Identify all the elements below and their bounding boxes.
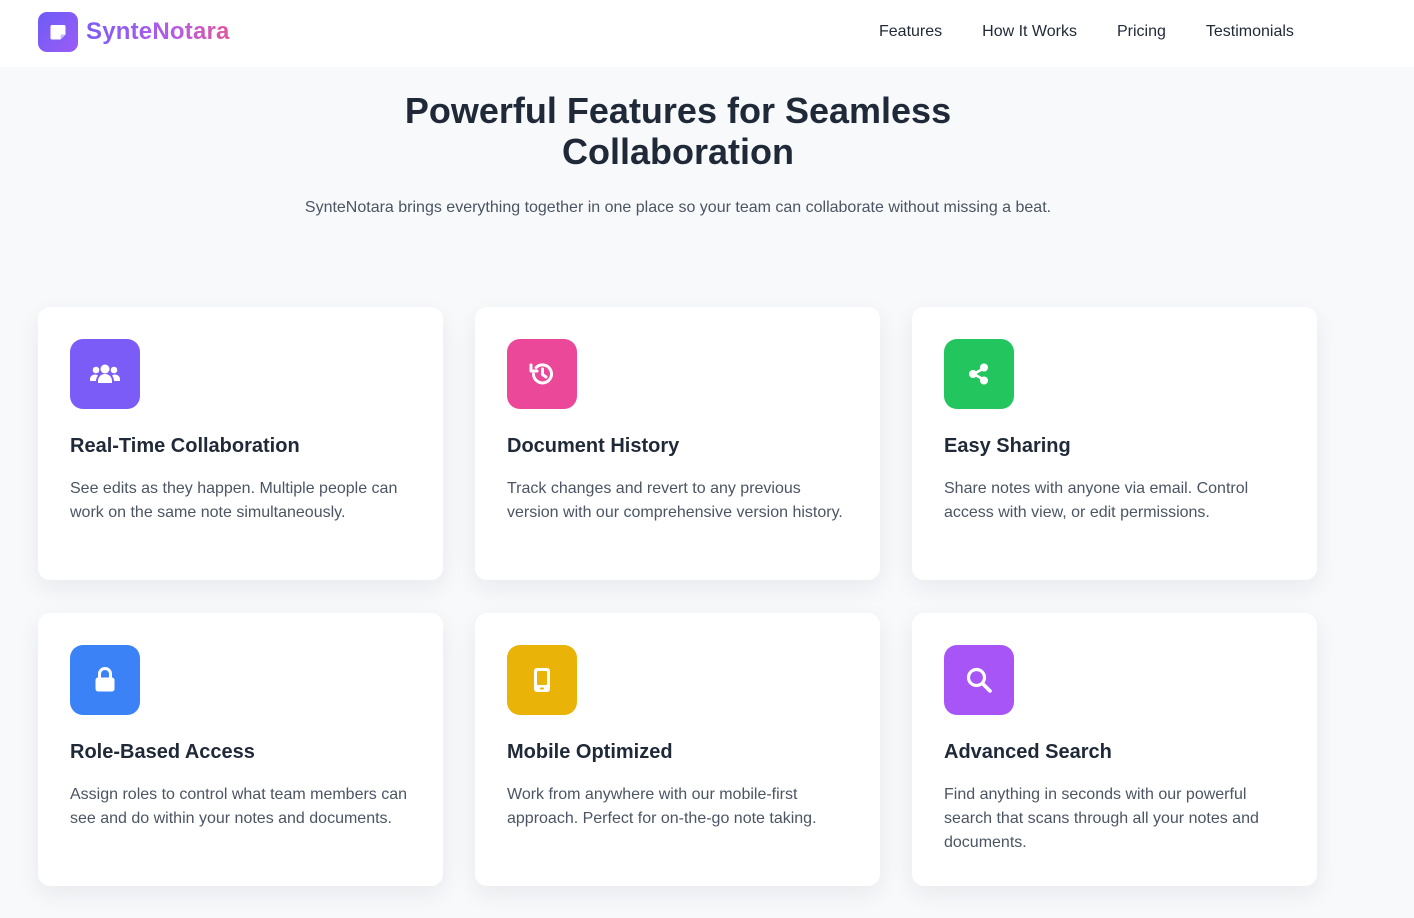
feature-card-real-time-collaboration: Real-Time Collaboration See edits as the… — [38, 307, 443, 580]
feature-description: Find anything in seconds with our powerf… — [944, 786, 1259, 851]
feature-card-document-history: Document History Track changes and rever… — [475, 307, 880, 580]
feature-card-easy-sharing: Easy Sharing Share notes with anyone via… — [912, 307, 1317, 580]
lock-icon — [70, 645, 140, 715]
feature-description: Track changes and revert to any previous… — [507, 480, 843, 521]
feature-description: Work from anywhere with our mobile-first… — [507, 786, 817, 827]
feature-card-role-based-access: Role-Based Access Assign roles to contro… — [38, 613, 443, 886]
feature-description: See edits as they happen. Multiple peopl… — [70, 480, 398, 521]
nav-link-how-it-works[interactable]: How It Works — [982, 22, 1077, 42]
navbar: SynteNotara Features How It Works Pricin… — [0, 0, 1414, 67]
nav-menu: Features How It Works Pricing Testimonia… — [879, 22, 1294, 42]
users-icon — [70, 339, 140, 409]
nav-link-features[interactable]: Features — [879, 22, 942, 42]
share-icon — [944, 339, 1014, 409]
feature-title: Mobile Optimized — [507, 741, 673, 763]
feature-title: Advanced Search — [944, 741, 1112, 763]
nav-link-testimonials[interactable]: Testimonials — [1206, 22, 1294, 42]
history-icon — [507, 339, 577, 409]
section-title-line-2: Collaboration — [562, 131, 794, 172]
nav-link-pricing[interactable]: Pricing — [1117, 22, 1166, 42]
feature-title: Real-Time Collaboration — [70, 435, 300, 457]
section-subtitle: SynteNotara brings everything together i… — [304, 199, 1052, 216]
brand-name: SynteNotara — [86, 18, 230, 45]
note-icon — [38, 12, 78, 52]
search-icon — [944, 645, 1014, 715]
feature-title: Easy Sharing — [944, 435, 1071, 457]
section-title-line-1: Powerful Features for Seamless — [404, 90, 952, 131]
feature-title: Document History — [507, 435, 680, 457]
feature-card-mobile-optimized: Mobile Optimized Work from anywhere with… — [475, 613, 880, 886]
brand-logo[interactable]: SynteNotara — [38, 12, 230, 52]
feature-description: Assign roles to control what team member… — [70, 786, 408, 827]
mobile-icon — [507, 645, 577, 715]
feature-card-advanced-search: Advanced Search Find anything in seconds… — [912, 613, 1317, 886]
section-title: Powerful Features for Seamless Collabora… — [0, 90, 1356, 172]
feature-title: Role-Based Access — [70, 741, 255, 763]
feature-description: Share notes with anyone via email. Contr… — [944, 480, 1249, 521]
